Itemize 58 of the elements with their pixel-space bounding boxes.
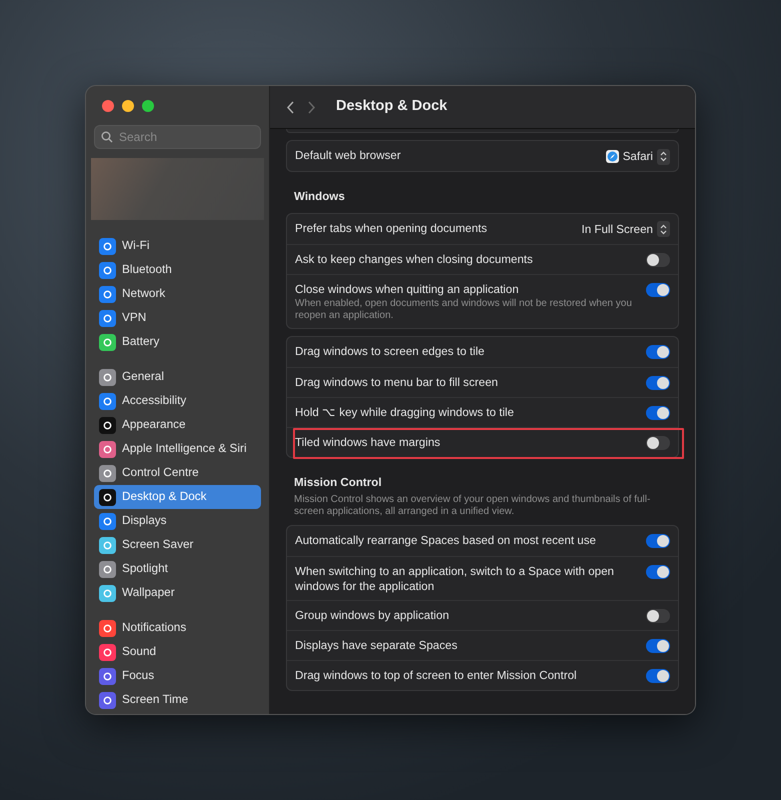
sidebar-item[interactable]: Focus xyxy=(94,664,261,688)
setting-label: Group windows by application xyxy=(295,608,450,623)
toggle-switch[interactable] xyxy=(646,608,670,623)
sidebar-item[interactable]: Appearance xyxy=(94,413,261,437)
zoom-button[interactable] xyxy=(142,100,154,112)
popup-button[interactable]: Safari xyxy=(606,148,670,166)
toggle-switch[interactable] xyxy=(646,436,670,450)
sidebar-item[interactable]: Bluetooth xyxy=(94,258,261,282)
setting-label: Displays have separate Spaces xyxy=(295,638,458,653)
toggle-switch[interactable] xyxy=(646,406,670,420)
setting-label: Drag windows to menu bar to fill screen xyxy=(295,375,498,390)
section-description: Mission Control shows an overview of your open windows and thumbnails of full-screen applications, all arranged in a unified view. xyxy=(294,494,652,518)
toggle-switch[interactable] xyxy=(646,345,670,360)
sidebar-item[interactable]: Sound xyxy=(94,640,261,664)
back-icon[interactable] xyxy=(286,100,294,114)
section-heading: Mission Control xyxy=(294,475,383,492)
toggle-switch[interactable] xyxy=(646,668,670,683)
window-title: Desktop & Dock xyxy=(336,98,448,116)
toggle-switch[interactable] xyxy=(646,638,670,653)
setting-label: Default web browser xyxy=(295,148,401,163)
sidebar-item[interactable]: Apple Intelligence & Siri xyxy=(94,437,261,461)
stepper-icon[interactable] xyxy=(657,221,670,238)
sidebar-item[interactable]: Control Centre xyxy=(94,461,261,485)
forward-icon[interactable] xyxy=(308,100,316,114)
toggle-switch[interactable] xyxy=(646,253,670,268)
toggle-switch[interactable] xyxy=(646,564,670,579)
toggle-switch[interactable] xyxy=(646,534,670,548)
sidebar-item[interactable]: Screen Time xyxy=(94,688,261,712)
setting-label: Prefer tabs when opening documents xyxy=(295,220,488,236)
sidebar-item[interactable]: Screen Saver xyxy=(94,533,261,557)
setting-label: Tiled windows have margins xyxy=(295,435,440,450)
popup-button[interactable]: In Full Screen xyxy=(581,220,670,238)
sidebar-item[interactable]: Accessibility xyxy=(94,389,261,413)
sidebar-item[interactable]: Network xyxy=(94,282,261,306)
minimize-button[interactable] xyxy=(122,100,134,112)
sidebar-item[interactable]: VPN xyxy=(94,306,261,330)
sidebar-item[interactable]: Battery xyxy=(94,330,261,354)
setting-label: Drag windows to top of screen to enter Mission Control xyxy=(295,668,577,683)
stepper-icon[interactable] xyxy=(657,148,670,165)
setting-label: Drag windows to screen edges to tile xyxy=(295,344,484,360)
toggle-switch[interactable] xyxy=(646,283,670,298)
setting-label: Hold ⌥ key while dragging windows to tile xyxy=(295,405,514,420)
sidebar-item[interactable]: Notifications xyxy=(94,616,261,640)
sidebar-item[interactable]: Wallpaper xyxy=(94,581,261,605)
setting-label: Automatically rearrange Spaces based on most recent use xyxy=(295,532,596,548)
setting-description: When enabled, open documents and windows will not be restored when you reopen an application. xyxy=(295,298,633,322)
close-button[interactable] xyxy=(102,100,114,112)
setting-label: When switching to an application, switch to a Space with open windows for the application xyxy=(295,564,616,594)
sidebar-item[interactable]: Wi-Fi xyxy=(94,234,261,258)
setting-label: Close windows when quitting an application xyxy=(295,282,520,298)
section-heading: Windows xyxy=(294,189,346,206)
sidebar-item[interactable]: Displays xyxy=(94,509,261,533)
sidebar-item[interactable]: General xyxy=(94,365,261,389)
sidebar-item[interactable]: Desktop & Dock xyxy=(94,485,261,509)
setting-label: Ask to keep changes when closing documents xyxy=(295,252,533,268)
search-field[interactable]: Search xyxy=(94,125,261,149)
toggle-switch[interactable] xyxy=(646,376,670,390)
sidebar-item[interactable]: Spotlight xyxy=(94,557,261,581)
